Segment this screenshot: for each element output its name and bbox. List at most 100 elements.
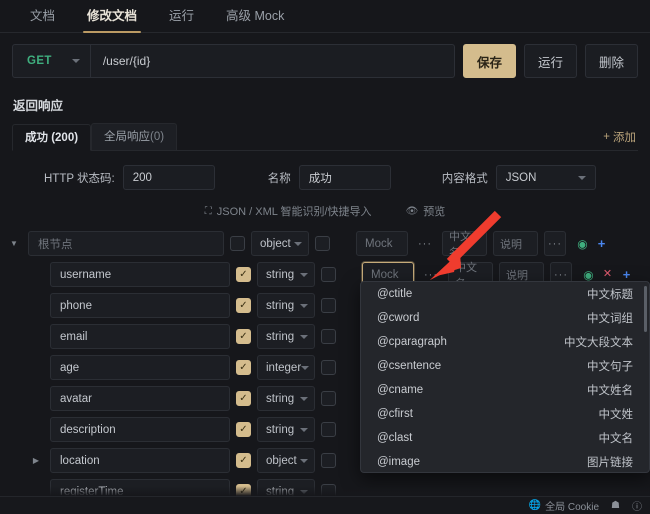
required-checkbox[interactable]: ✓ — [236, 453, 251, 468]
chevron-down-icon — [300, 489, 308, 494]
row-actions: ◉ ✕ + — [582, 268, 633, 281]
extra-checkbox[interactable] — [321, 298, 336, 313]
chevron-down-icon — [577, 175, 586, 180]
field-type-select[interactable]: object — [251, 231, 309, 256]
dropdown-scrollbar[interactable] — [644, 286, 647, 332]
chevron-down-icon — [294, 241, 302, 246]
field-name-input[interactable]: age — [50, 355, 230, 380]
extra-checkbox[interactable] — [321, 453, 336, 468]
field-name-input[interactable]: description — [50, 417, 230, 442]
request-bar: GET 保存 运行 删除 — [12, 44, 638, 78]
field-type-select[interactable]: string — [257, 293, 315, 318]
dropdown-item-cfirst[interactable]: @cfirst 中文姓 — [361, 402, 649, 426]
token-desc: 图片链接 — [587, 457, 633, 469]
required-checkbox[interactable]: ✓ — [236, 267, 251, 282]
dropdown-item-clast[interactable]: @clast 中文名 — [361, 426, 649, 450]
extra-checkbox[interactable] — [321, 360, 336, 375]
method-select[interactable]: GET — [13, 45, 91, 77]
extra-checkbox[interactable] — [321, 422, 336, 437]
smart-import-link[interactable]: ⛶ JSON / XML 智能识别/快捷导入 — [205, 203, 372, 219]
mock-input[interactable]: Mock — [356, 231, 408, 256]
required-checkbox[interactable]: ✓ — [236, 422, 251, 437]
save-button[interactable]: 保存 — [462, 44, 516, 78]
tab-doc[interactable]: 文档 — [14, 0, 71, 33]
row-more-button[interactable]: ··· — [544, 231, 566, 256]
mock-more-button[interactable]: ··· — [420, 269, 442, 281]
field-type-value: integer — [266, 361, 302, 374]
add-response-button[interactable]: + 添加 — [603, 129, 636, 145]
tab-global-response[interactable]: 全局响应(0) — [91, 123, 178, 150]
delete-field-icon[interactable]: ✕ — [601, 268, 614, 281]
delete-button[interactable]: 删除 — [584, 44, 638, 78]
field-type-select[interactable]: string — [257, 262, 315, 287]
field-type-select[interactable]: string — [257, 324, 315, 349]
preview-link[interactable]: 👁 预览 — [406, 203, 446, 219]
dropdown-item-image[interactable]: @image 图片链接 — [361, 450, 649, 472]
content-format-value: JSON — [505, 171, 537, 184]
add-field-icon[interactable]: + — [620, 268, 633, 281]
token-label: @cword — [377, 312, 420, 324]
tab-advanced-mock[interactable]: 高级 Mock — [210, 0, 300, 33]
token-label: @ctitle — [377, 288, 413, 300]
chevron-down-icon — [300, 396, 308, 401]
content-format-select[interactable]: JSON — [495, 165, 596, 190]
chevron-down-icon — [300, 334, 308, 339]
field-type-select[interactable]: integer — [257, 355, 315, 380]
field-name-input[interactable]: phone — [50, 293, 230, 318]
dropdown-item-cname[interactable]: @cname 中文姓名 — [361, 378, 649, 402]
run-button[interactable]: 运行 — [523, 44, 577, 78]
mock-more-button[interactable]: ··· — [414, 238, 436, 250]
dropdown-item-cparagraph[interactable]: @cparagraph 中文大段文本 — [361, 330, 649, 354]
field-type-select[interactable]: string — [257, 386, 315, 411]
field-type-select[interactable]: object — [257, 448, 315, 473]
required-checkbox[interactable]: ✓ — [236, 298, 251, 313]
settings-icon[interactable]: ◉ — [576, 237, 589, 250]
collapse-triangle-icon[interactable]: ▼ — [6, 239, 22, 248]
field-name-input[interactable]: location — [50, 448, 230, 473]
response-section-title: 返回响应 — [13, 99, 64, 113]
add-field-icon[interactable]: + — [595, 237, 608, 250]
field-name-input[interactable]: 根节点 — [28, 231, 224, 256]
global-cookie-button[interactable]: 🌐 全局 Cookie — [529, 498, 599, 513]
field-name-input[interactable]: avatar — [50, 386, 230, 411]
status-code-input[interactable]: 200 — [122, 165, 215, 190]
token-desc: 中文名 — [598, 433, 634, 445]
expand-triangle-icon[interactable]: ▶ — [28, 456, 44, 465]
required-checkbox[interactable]: ✓ — [236, 391, 251, 406]
field-name-input[interactable]: email — [50, 324, 230, 349]
bookmark-icon[interactable]: ☗ — [611, 500, 620, 511]
cn-name-input[interactable]: 中文名 — [442, 231, 487, 259]
help-icon[interactable]: ⓘ — [632, 498, 642, 513]
preview-label: 预览 — [423, 206, 446, 218]
required-checkbox[interactable]: ✓ — [236, 360, 251, 375]
globe-icon: 🌐 — [528, 500, 542, 511]
tab-run[interactable]: 运行 — [153, 0, 210, 33]
dropdown-item-csentence[interactable]: @csentence 中文句子 — [361, 354, 649, 378]
dropdown-item-cword[interactable]: @cword 中文词组 — [361, 306, 649, 330]
token-label: @image — [377, 456, 420, 468]
response-name-label: 名称 — [267, 172, 291, 185]
extra-checkbox[interactable] — [321, 267, 336, 282]
description-input[interactable]: 说明 — [493, 231, 538, 256]
token-label: @cparagraph — [377, 336, 447, 348]
extra-checkbox[interactable] — [321, 329, 336, 344]
required-checkbox[interactable]: ✓ — [236, 329, 251, 344]
url-input[interactable] — [90, 45, 454, 77]
row-actions: ◉ + — [576, 237, 608, 250]
field-type-select[interactable]: string — [257, 417, 315, 442]
extra-checkbox[interactable] — [315, 236, 330, 251]
smart-import-label: JSON / XML 智能识别/快捷导入 — [216, 206, 372, 218]
settings-icon[interactable]: ◉ — [582, 268, 595, 281]
dropdown-item-ctitle[interactable]: @ctitle 中文标题 — [361, 282, 649, 306]
tab-success-200[interactable]: 成功 (200) — [12, 124, 92, 151]
app-window: 文档 修改文档 运行 高级 Mock GET 保存 运行 删除 返回响应 成功 … — [0, 0, 650, 514]
eye-icon: 👁 — [405, 205, 419, 217]
response-name-input[interactable]: 成功 — [298, 165, 391, 190]
field-name-input[interactable]: username — [50, 262, 230, 287]
required-checkbox[interactable] — [230, 236, 245, 251]
tab-global-response-label: 全局响应 — [104, 131, 151, 143]
extra-checkbox[interactable] — [321, 391, 336, 406]
mock-token-dropdown[interactable]: @ctitle 中文标题 @cword 中文词组 @cparagraph 中文大… — [360, 281, 650, 473]
token-desc: 中文词组 — [587, 313, 633, 325]
tab-edit-doc[interactable]: 修改文档 — [71, 0, 153, 33]
